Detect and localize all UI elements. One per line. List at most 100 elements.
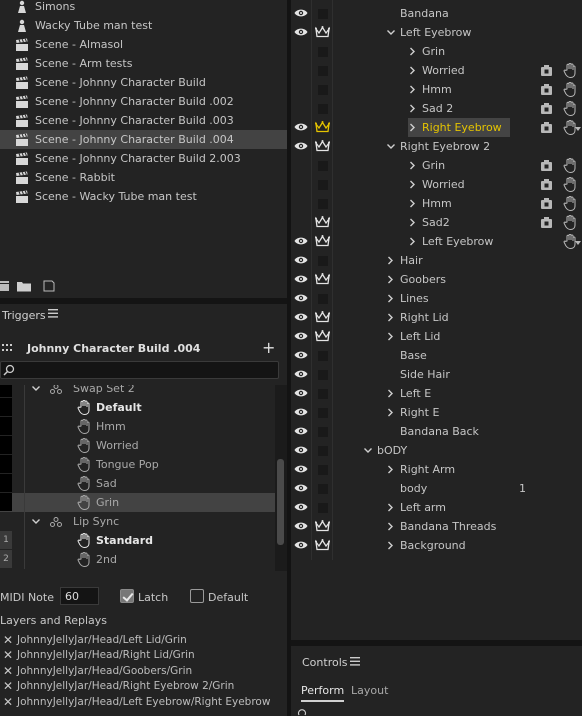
crown-icon[interactable] xyxy=(315,520,330,535)
layer-row[interactable]: Side Hair xyxy=(291,365,582,384)
independence-toggle[interactable] xyxy=(318,199,328,209)
project-item[interactable]: Scene - Johnny Character Build .003 xyxy=(0,111,287,130)
layer-row[interactable]: Bandana Threads xyxy=(291,517,582,536)
remove-replay-icon[interactable]: ✕ xyxy=(3,648,17,662)
chevron-right-icon[interactable] xyxy=(386,536,395,561)
trigger-hand-icon[interactable] xyxy=(563,157,576,176)
layer-row[interactable]: Lines xyxy=(291,289,582,308)
remove-replay-icon[interactable]: ✕ xyxy=(3,679,17,693)
project-item[interactable]: Scene - Johnny Character Build xyxy=(0,73,287,92)
layer-row[interactable]: Goobers xyxy=(291,270,582,289)
layer-row[interactable]: Base xyxy=(291,346,582,365)
trigger-list-scrollbar[interactable] xyxy=(275,385,287,571)
trigger-row[interactable]: Tongue Pop xyxy=(0,455,275,474)
trigger-key-cell[interactable] xyxy=(0,385,12,397)
eye-icon[interactable] xyxy=(294,122,308,135)
layer-row[interactable]: Hmm xyxy=(291,194,582,213)
layer-row[interactable]: Right E xyxy=(291,403,582,422)
layer-row[interactable]: Left Eyebrow xyxy=(291,232,582,251)
swap-set-row[interactable]: Lip Sync xyxy=(0,512,275,531)
trigger-hand-icon[interactable] xyxy=(563,62,576,81)
behavior-icon[interactable] xyxy=(540,159,553,175)
eye-icon[interactable] xyxy=(294,445,308,458)
latch-checkbox[interactable] xyxy=(120,589,134,603)
independence-toggle[interactable] xyxy=(318,446,328,456)
eye-icon[interactable] xyxy=(294,274,308,287)
project-item[interactable]: Scene - Rabbit xyxy=(0,168,287,187)
crown-icon[interactable] xyxy=(315,140,330,155)
trigger-row[interactable]: 2 2nd xyxy=(0,550,275,569)
crown-icon[interactable] xyxy=(315,216,330,231)
trigger-row[interactable]: Default xyxy=(0,398,275,417)
independence-toggle[interactable] xyxy=(318,9,328,19)
trigger-hand-icon[interactable] xyxy=(563,195,576,214)
swap-set-row[interactable]: Swap Set 2 xyxy=(0,385,275,398)
trigger-row[interactable]: Hmm xyxy=(0,417,275,436)
eye-icon[interactable] xyxy=(294,464,308,477)
trigger-row[interactable]: 1 Standard xyxy=(0,531,275,550)
project-item[interactable]: Simons xyxy=(0,0,287,16)
remove-replay-icon[interactable]: ✕ xyxy=(3,664,17,678)
new-item-icon[interactable] xyxy=(43,280,55,292)
layer-row[interactable]: Right Arm xyxy=(291,460,582,479)
trigger-hand-icon[interactable] xyxy=(563,214,576,233)
trigger-row[interactable]: Grin xyxy=(0,493,275,512)
layer-row[interactable]: Left Lid xyxy=(291,327,582,346)
layer-row[interactable]: Grin xyxy=(291,42,582,61)
behavior-icon[interactable] xyxy=(540,121,553,137)
behavior-icon[interactable] xyxy=(540,216,553,232)
eye-icon[interactable] xyxy=(294,8,308,21)
layer-row[interactable]: Hmm xyxy=(291,80,582,99)
project-item[interactable]: Scene - Wacky Tube man test xyxy=(0,187,287,206)
crown-icon[interactable] xyxy=(315,26,330,41)
layer-row[interactable]: Background xyxy=(291,536,582,555)
crown-icon[interactable] xyxy=(315,539,330,554)
layer-row[interactable]: Right Lid xyxy=(291,308,582,327)
behavior-icon[interactable] xyxy=(540,102,553,118)
tab-perform[interactable]: Perform xyxy=(301,684,345,702)
eye-icon[interactable] xyxy=(294,407,308,420)
independence-toggle[interactable] xyxy=(318,351,328,361)
layer-row[interactable]: Bandana Back xyxy=(291,422,582,441)
eye-icon[interactable] xyxy=(294,350,308,363)
trigger-key-cell[interactable] xyxy=(0,455,12,473)
eye-icon[interactable] xyxy=(294,369,308,382)
layer-row[interactable]: Right Eyebrow 2 xyxy=(291,137,582,156)
eye-icon[interactable] xyxy=(294,27,308,40)
independence-toggle[interactable] xyxy=(318,370,328,380)
project-item[interactable]: Scene - Johnny Character Build .002 xyxy=(0,92,287,111)
project-item[interactable]: Scene - Almasol xyxy=(0,35,287,54)
independence-toggle[interactable] xyxy=(318,66,328,76)
layer-row[interactable]: Left Eyebrow xyxy=(291,23,582,42)
independence-toggle[interactable] xyxy=(318,484,328,494)
trigger-key-cell[interactable] xyxy=(0,436,12,454)
project-item[interactable]: Wacky Tube man test xyxy=(0,16,287,35)
add-trigger-button[interactable]: + xyxy=(262,338,275,357)
trigger-hand-icon[interactable] xyxy=(563,81,576,100)
project-item[interactable]: Scene - Johnny Character Build .004 xyxy=(0,130,287,149)
layer-row[interactable]: body 1 xyxy=(291,479,582,498)
layer-row[interactable]: bODY xyxy=(291,441,582,460)
midi-note-input[interactable] xyxy=(60,587,99,605)
independence-toggle[interactable] xyxy=(318,180,328,190)
eye-icon[interactable] xyxy=(294,312,308,325)
layer-row[interactable]: Grin xyxy=(291,156,582,175)
trigger-key-cell[interactable] xyxy=(0,474,12,492)
clapperboard-icon[interactable] xyxy=(0,280,10,292)
eye-icon[interactable] xyxy=(294,255,308,268)
layer-row[interactable]: Right Eyebrow xyxy=(291,118,582,137)
menu-icon[interactable] xyxy=(48,309,58,318)
layer-row[interactable]: Hair xyxy=(291,251,582,270)
independence-toggle[interactable] xyxy=(318,427,328,437)
behavior-icon[interactable] xyxy=(540,64,553,80)
grid-icon[interactable] xyxy=(2,344,14,352)
eye-icon[interactable] xyxy=(294,521,308,534)
behavior-icon[interactable] xyxy=(540,178,553,194)
layer-row[interactable]: Sad 2 xyxy=(291,99,582,118)
eye-icon[interactable] xyxy=(294,331,308,344)
behavior-icon[interactable] xyxy=(540,83,553,99)
trigger-key-cell[interactable] xyxy=(0,493,12,511)
independence-toggle[interactable] xyxy=(318,85,328,95)
trigger-row[interactable]: Sad xyxy=(0,474,275,493)
layer-row[interactable]: Sad2 xyxy=(291,213,582,232)
